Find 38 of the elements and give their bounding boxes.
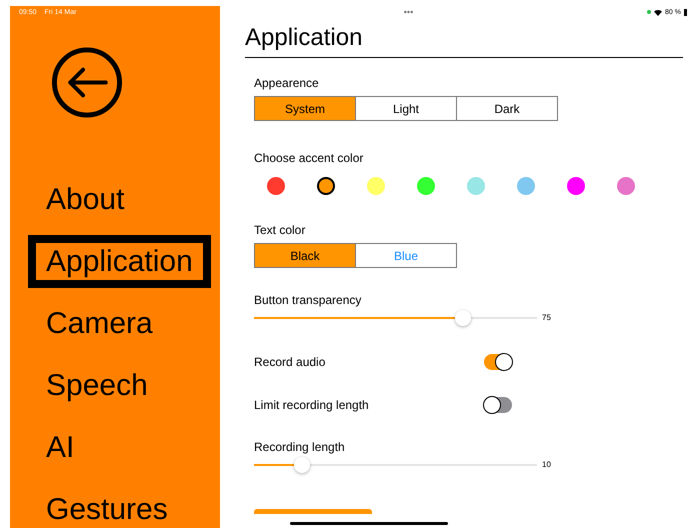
color-swatch[interactable]: [467, 177, 485, 195]
color-swatch[interactable]: [517, 177, 535, 195]
nav-item[interactable]: Speech: [28, 359, 166, 412]
setting-label: Appearence: [254, 76, 320, 90]
setting-label: Record audio: [254, 355, 326, 369]
setting-label: Limit recording length: [254, 398, 369, 412]
multitask-handle[interactable]: •••: [404, 7, 414, 17]
segment-option[interactable]: System: [254, 96, 356, 121]
setting-label: Choose accent color: [254, 151, 364, 165]
slider-value: 10: [542, 460, 551, 469]
segment-option[interactable]: Dark: [456, 96, 558, 121]
slider-thumb[interactable]: [294, 456, 310, 472]
indicator-dot-icon: [647, 10, 652, 14]
wifi-icon: [654, 8, 662, 16]
setting-label: Recording length: [254, 440, 346, 454]
nav-item[interactable]: AI: [28, 421, 92, 474]
segment-option[interactable]: Black: [254, 243, 356, 268]
home-indicator[interactable]: [290, 522, 448, 525]
slider-thumb[interactable]: [455, 310, 472, 326]
setting-label: Button transparency: [254, 293, 362, 307]
action-button[interactable]: [254, 509, 372, 514]
nav-item[interactable]: Gestures: [28, 483, 186, 528]
nav-item[interactable]: About: [28, 173, 142, 226]
color-swatch[interactable]: [567, 177, 585, 195]
nav-item[interactable]: Application: [28, 235, 211, 288]
nav-item[interactable]: Camera: [28, 297, 171, 350]
color-swatch[interactable]: [417, 177, 435, 195]
toggle-switch[interactable]: [484, 397, 512, 413]
toggle-switch[interactable]: [484, 354, 512, 370]
battery-icon: [684, 8, 687, 16]
color-swatch[interactable]: [317, 177, 335, 195]
slider-value: 75: [542, 313, 551, 322]
setting-label: Text color: [254, 223, 306, 237]
color-swatch[interactable]: [267, 177, 285, 195]
segment-option[interactable]: Light: [355, 96, 457, 121]
page-title: Application: [245, 24, 683, 58]
color-swatch[interactable]: [617, 177, 635, 195]
color-swatch[interactable]: [367, 177, 385, 195]
